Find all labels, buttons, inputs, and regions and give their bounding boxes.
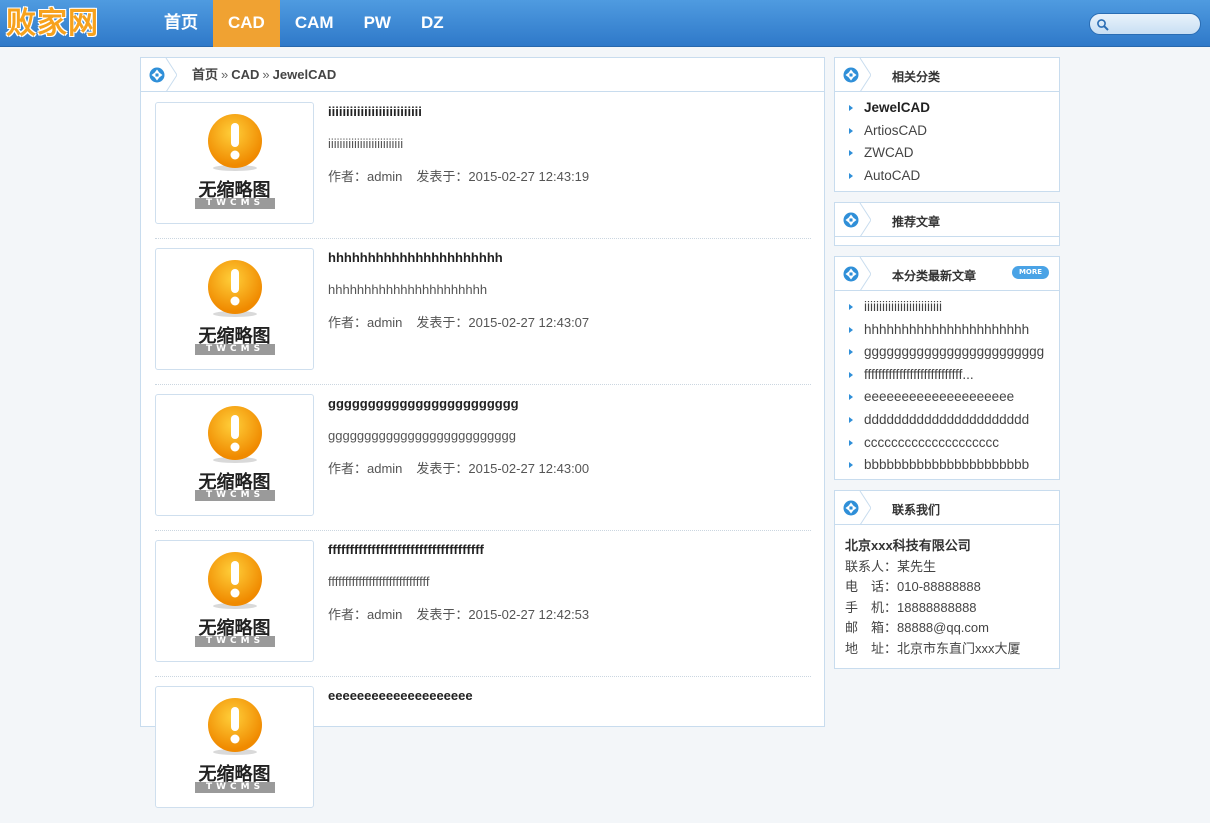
nav-item-cad[interactable]: CAD <box>213 0 280 47</box>
latest-article-list: iiiiiiiiiiiiiiiiiiiiiiiiii hhhhhhhhhhhhh… <box>835 291 1059 477</box>
box-header: 本分类最新文章 MORE <box>835 257 1059 291</box>
article-meta: 作者：admin 发表于：2015-02-27 12:43:07 <box>328 315 590 330</box>
aperture-icon <box>141 58 177 92</box>
latest-article-link[interactable]: cccccccccccccccccccc <box>845 432 1059 455</box>
box-header: 推荐文章 <box>835 203 1059 237</box>
article-title[interactable]: hhhhhhhhhhhhhhhhhhhhhh <box>328 250 503 265</box>
article-thumbnail[interactable]: 无缩略图 TWCMS <box>155 248 314 370</box>
box-title: 推荐文章 <box>892 215 941 229</box>
article-item: 无缩略图 TWCMS fffffffffffffffffffffffffffff… <box>155 531 811 677</box>
article-item: 无缩略图 TWCMS gggggggggggggggggggggggg gggg… <box>155 385 811 531</box>
article-thumbnail[interactable]: 无缩略图 TWCMS <box>155 540 314 662</box>
category-list: JewelCAD ArtiosCAD ZWCAD AutoCAD <box>835 92 1059 187</box>
article-summary: hhhhhhhhhhhhhhhhhhhhhh <box>328 282 488 297</box>
nav-item-home[interactable]: 首页 <box>149 0 213 47</box>
aperture-icon <box>835 203 871 237</box>
search-icon[interactable] <box>1096 18 1110 32</box>
breadcrumb-bar: 首页» CAD» JewelCAD <box>141 58 824 92</box>
warning-icon <box>205 697 265 757</box>
box-title: 相关分类 <box>892 70 941 84</box>
site-logo[interactable]: 败家网 <box>6 6 99 42</box>
latest-articles-box: 本分类最新文章 MORE iiiiiiiiiiiiiiiiiiiiiiiiii … <box>834 256 1060 480</box>
category-item-zwcad[interactable]: ZWCAD <box>845 142 1059 165</box>
nav-item-dz[interactable]: DZ <box>406 0 459 47</box>
article-item: 无缩略图 TWCMS iiiiiiiiiiiiiiiiiiiiiiiiii ii… <box>155 93 811 239</box>
article-summary: ffffffffffffffffffffffffffffff <box>328 574 430 589</box>
box-title: 联系我们 <box>892 503 941 517</box>
article-summary: gggggggggggggggggggggggggg <box>328 428 516 443</box>
latest-article-link[interactable]: gggggggggggggggggggggggg <box>845 341 1059 364</box>
latest-article-link[interactable]: dddddddddddddddddddddd <box>845 409 1059 432</box>
recommended-articles-box: 推荐文章 <box>834 202 1060 246</box>
article-meta: 作者：admin 发表于：2015-02-27 12:42:53 <box>328 607 590 622</box>
breadcrumb-home[interactable]: 首页 <box>192 67 218 82</box>
article-title[interactable]: iiiiiiiiiiiiiiiiiiiiiiiiii <box>328 104 422 119</box>
warning-icon <box>205 405 265 465</box>
contact-box: 联系我们 北京xxx科技有限公司 联系人：某先生 电 话：010-8888888… <box>834 490 1060 669</box>
breadcrumb: 首页» CAD» JewelCAD <box>192 67 337 82</box>
aperture-icon <box>835 58 871 92</box>
contact-person: 联系人：某先生 <box>845 558 937 574</box>
article-meta: 作者：admin 发表于：2015-02-27 12:43:19 <box>328 169 590 184</box>
breadcrumb-category[interactable]: CAD <box>231 67 259 82</box>
article-list-panel: 首页» CAD» JewelCAD 无缩略图 TWCMS iiiiiiiiiiiii… <box>140 57 825 808</box>
contact-info: 北京xxx科技有限公司 联系人：某先生 电 话：010-88888888 手 机… <box>835 525 1059 660</box>
related-categories-box: 相关分类 JewelCAD ArtiosCAD ZWCAD AutoCAD <box>834 57 1060 192</box>
contact-phone: 电 话：010-88888888 <box>845 579 981 595</box>
more-button[interactable]: MORE <box>1012 266 1049 279</box>
latest-article-link[interactable]: hhhhhhhhhhhhhhhhhhhhhh <box>845 319 1059 342</box>
article-thumbnail[interactable]: 无缩略图 TWCMS <box>155 394 314 516</box>
aperture-icon <box>835 491 871 525</box>
article-meta: 作者：admin 发表于：2015-02-27 12:43:00 <box>328 461 590 476</box>
category-item-autocad[interactable]: AutoCAD <box>845 165 1059 188</box>
latest-article-link[interactable]: ffffffffffffffffffffffffffff... <box>845 364 1059 387</box>
article-item: 无缩略图 TWCMS eeeeeeeeeeeeeeeeeeee <box>155 677 811 823</box>
category-item-artioscad[interactable]: ArtiosCAD <box>845 120 1059 143</box>
company-name: 北京xxx科技有限公司 <box>845 538 971 553</box>
box-header: 联系我们 <box>835 491 1059 525</box>
search-input[interactable] <box>1089 13 1201 35</box>
warning-icon <box>205 113 265 173</box>
article-item: 无缩略图 TWCMS hhhhhhhhhhhhhhhhhhhhhh hhhhhh… <box>155 239 811 385</box>
nav-item-pw[interactable]: PW <box>349 0 406 47</box>
latest-article-link[interactable]: bbbbbbbbbbbbbbbbbbbbbb <box>845 454 1059 477</box>
nav-item-cam[interactable]: CAM <box>280 0 349 47</box>
article-summary: iiiiiiiiiiiiiiiiiiiiiiiiii <box>328 136 404 151</box>
warning-icon <box>205 551 265 611</box>
box-title: 本分类最新文章 <box>892 269 977 283</box>
article-thumbnail[interactable]: 无缩略图 TWCMS <box>155 102 314 224</box>
aperture-icon <box>835 257 871 291</box>
latest-article-link[interactable]: iiiiiiiiiiiiiiiiiiiiiiiiii <box>845 296 1059 319</box>
box-header: 相关分类 <box>835 58 1059 92</box>
contact-email: 邮 箱：88888@qq.com <box>845 620 989 636</box>
latest-article-link[interactable]: eeeeeeeeeeeeeeeeeeee <box>845 386 1059 409</box>
breadcrumb-subcategory[interactable]: JewelCAD <box>273 67 337 82</box>
article-title[interactable]: ffffffffffffffffffffffffffffffffffff <box>328 542 484 557</box>
contact-mobile: 手 机：18888888888 <box>845 599 977 615</box>
main-nav: 首页 CAD CAM PW DZ <box>149 0 459 47</box>
contact-address: 地 址：北京市东直门xxx大厦 <box>845 640 1021 656</box>
warning-icon <box>205 259 265 319</box>
article-thumbnail[interactable]: 无缩略图 TWCMS <box>155 686 314 808</box>
top-header: 败家网 首页 CAD CAM PW DZ <box>0 0 1210 47</box>
article-title[interactable]: gggggggggggggggggggggggg <box>328 396 519 411</box>
article-title[interactable]: eeeeeeeeeeeeeeeeeeee <box>328 688 473 703</box>
category-item-jewelcad[interactable]: JewelCAD <box>845 97 1059 120</box>
